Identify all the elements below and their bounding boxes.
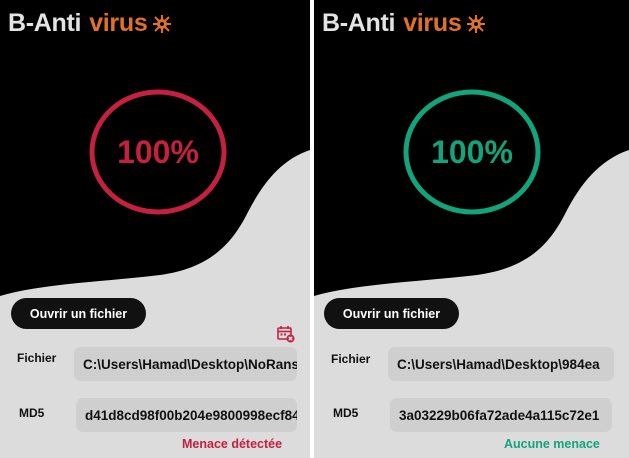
antivirus-window-clean: B-Anti virus 100% Ouvrir un fichier Fich…	[314, 0, 629, 458]
antivirus-window-threat: B-Anti virus 100% Ouvrir un fichier Fich…	[0, 0, 310, 458]
file-path-value: C:\Users\Hamad\Desktop\984ea	[397, 356, 600, 372]
open-file-button[interactable]: Ouvrir un fichier	[11, 298, 146, 329]
progress-percent: 100%	[117, 133, 199, 170]
app-logo: B-Anti virus	[8, 8, 173, 38]
fichier-label: Fichier	[17, 351, 57, 365]
scan-progress-ring: 100%	[87, 87, 229, 217]
scan-status: Aucune menace	[504, 437, 600, 451]
file-path-field[interactable]: C:\Users\Hamad\Desktop\984ea	[388, 347, 614, 381]
md5-hash-value: d41d8cd98f00b204e9800998ecf8427e	[85, 407, 297, 423]
bug-icon	[153, 15, 172, 33]
md5-hash-value: 3a03229b06fa72ade4a115c72e1	[399, 407, 600, 423]
brand-virus: virus	[403, 8, 462, 37]
bug-icon	[467, 15, 486, 33]
scan-status: Menace détectée	[182, 437, 283, 451]
brand-anti: B-Anti	[322, 8, 396, 37]
md5-hash-field[interactable]: 3a03229b06fa72ade4a115c72e1	[390, 398, 612, 432]
brand-anti: B-Anti	[8, 8, 82, 37]
calendar-remove-icon[interactable]	[277, 325, 295, 343]
background-wave	[314, 0, 629, 458]
brand-virus: virus	[89, 8, 148, 37]
fichier-label: Fichier	[331, 352, 371, 366]
scan-progress-ring: 100%	[401, 87, 543, 217]
md5-hash-field[interactable]: d41d8cd98f00b204e9800998ecf8427e	[76, 398, 297, 432]
progress-percent: 100%	[431, 133, 513, 170]
file-path-value: C:\Users\Hamad\Desktop\NoRanso	[83, 356, 297, 372]
open-file-button[interactable]: Ouvrir un fichier	[324, 298, 459, 329]
background-wave	[0, 0, 310, 458]
app-logo: B-Anti virus	[322, 8, 487, 38]
md5-label: MD5	[19, 406, 45, 420]
md5-label: MD5	[333, 406, 359, 420]
file-path-field[interactable]: C:\Users\Hamad\Desktop\NoRanso	[74, 347, 297, 381]
